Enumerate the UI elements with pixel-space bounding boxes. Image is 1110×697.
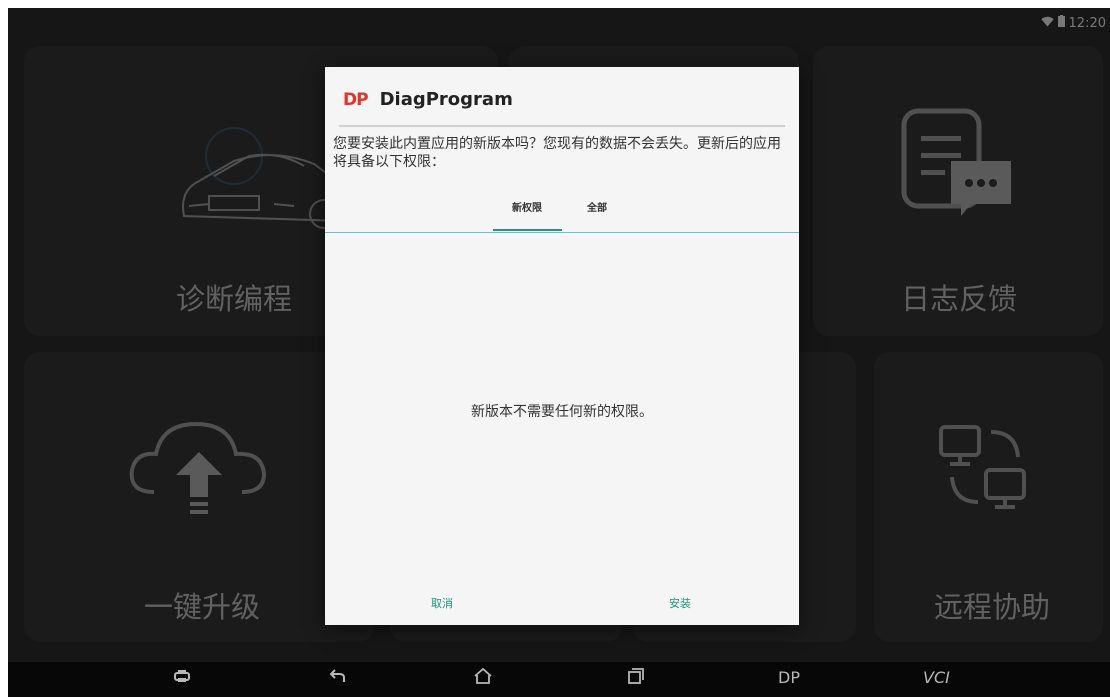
cancel-button[interactable]: 取消 [431,595,453,611]
install-button[interactable]: 安装 [669,595,691,611]
tab-new-permissions[interactable]: 新权限 [512,199,542,214]
vci-nav-button[interactable]: VCI [923,668,950,687]
tab-selected-indicator [493,229,562,231]
dialog-title: DiagProgram [379,89,513,110]
permissions-message: 新版本不需要任何新的权限。 [471,404,653,420]
tab-all-permissions[interactable]: 全部 [587,199,607,214]
install-dialog: DP DiagProgram 您要安装此内置应用的新版本吗？您现有的数据不会丢失… [325,67,799,625]
print-icon[interactable] [174,668,190,688]
home-icon[interactable] [474,667,492,688]
app-logo: DP [343,89,369,110]
navigation-bar: DP VCI [8,662,1110,697]
dialog-header: DP DiagProgram [343,89,513,110]
dialog-divider [339,125,785,127]
permission-tabs: 新权限 全部 [325,195,799,233]
recents-icon[interactable] [628,668,644,688]
tab-divider [325,232,799,233]
dialog-message: 您要安装此内置应用的新版本吗？您现有的数据不会丢失。更新后的应用将具备以下权限： [333,136,781,170]
dp-nav-button[interactable]: DP [778,668,800,687]
back-icon[interactable] [329,668,346,688]
home-screen: 12:20 诊断编程 日志反馈 一键升级 远程协助 DP VCI DP Diag… [8,8,1110,697]
